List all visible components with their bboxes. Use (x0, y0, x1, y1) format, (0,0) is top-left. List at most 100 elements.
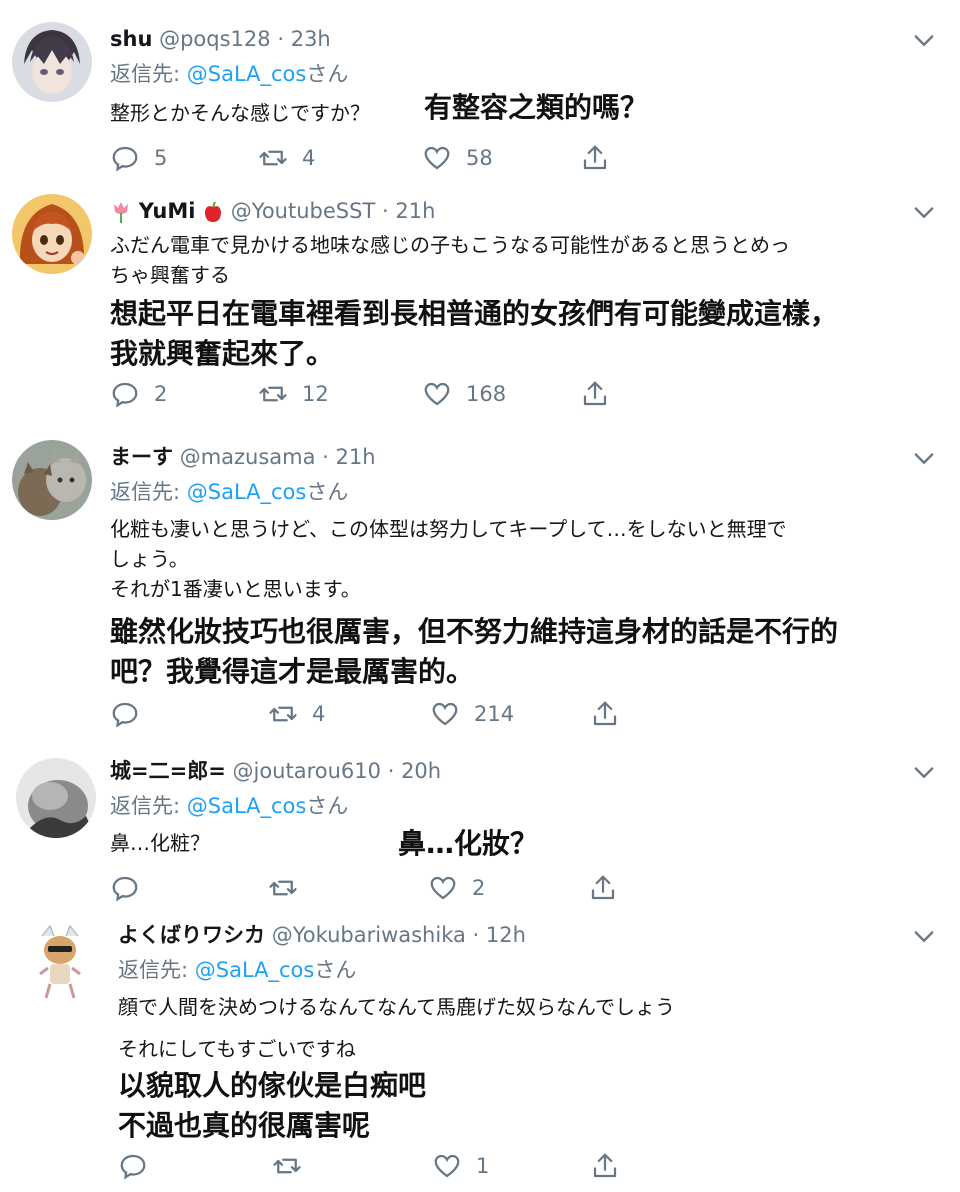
user-handle[interactable]: @mazusama (180, 445, 316, 469)
reply-icon (120, 1154, 146, 1180)
reply-prefix: 返信先: (110, 480, 187, 504)
chevron-down-icon[interactable] (910, 26, 938, 54)
timestamp[interactable]: 12h (486, 923, 526, 947)
like-button[interactable]: 214 (430, 696, 514, 732)
share-button[interactable] (580, 140, 624, 176)
reply-button[interactable]: 2 (110, 376, 167, 412)
translation-line: 鼻…化妝？ (398, 827, 539, 860)
heart-icon (430, 876, 456, 900)
share-button[interactable] (590, 1148, 634, 1184)
like-button[interactable]: 168 (422, 376, 506, 412)
like-button[interactable]: 2 (428, 870, 485, 906)
tweet[interactable]: YuMi @YoutubeSST · 21h ふだん電車で見かける地味な感じの子… (0, 194, 960, 426)
retweet-icon (259, 386, 287, 402)
share-icon (593, 701, 617, 726)
display-name[interactable]: 城=二=郎= (110, 759, 226, 783)
avatar[interactable] (12, 194, 92, 274)
tweet[interactable]: shu @poqs128 · 23h 返信先: @SaLA_cosさん 整形とか… (0, 22, 960, 182)
timestamp[interactable]: 21h (336, 445, 376, 469)
display-name[interactable]: shu (110, 27, 152, 51)
tweet[interactable]: 城=二=郎= @joutarou610 · 20h 返信先: @SaLA_cos… (0, 754, 960, 914)
retweet-count: 12 (302, 382, 329, 406)
avatar[interactable] (12, 22, 92, 102)
user-handle[interactable]: @Yokubariwashika (272, 923, 466, 947)
tweet-actions: 4 214 (110, 696, 630, 732)
translation-line: 想起平日在電車裡看到長相普通的女孩們有可能變成這樣， (110, 297, 839, 330)
translation-text: 雖然化妝技巧也很厲害，但不努力維持這身材的話是不行的 吧？我覺得這才是最厲害的。 (110, 612, 838, 692)
tweet-text-line: それにしてもすごいですね (118, 1037, 356, 1061)
retweet-count: 4 (312, 702, 326, 726)
reply-count: 5 (154, 146, 168, 170)
reply-button[interactable] (110, 870, 154, 906)
reply-icon (112, 876, 138, 902)
mention-link[interactable]: @SaLA_cos (187, 794, 307, 818)
chevron-down-icon[interactable] (910, 922, 938, 950)
translation-line: 不過也真的很厲害呢 (118, 1109, 371, 1142)
mention-link[interactable]: @SaLA_cos (187, 480, 307, 504)
avatar[interactable] (16, 758, 96, 838)
chevron-down-icon[interactable] (910, 198, 938, 226)
tweet-text: 顔で人間を決めつけるなんてなんて馬鹿げた奴らなんでしょう それにしてもすごいです… (118, 992, 675, 1064)
like-count: 58 (466, 146, 493, 170)
display-name[interactable]: まーす (110, 445, 173, 469)
user-handle[interactable]: @joutarou610 (232, 759, 381, 783)
tweet-text: 化粧も凄いと思うけど、この体型は努力してキープして…をしないと無理で しょう。 … (110, 514, 787, 604)
reply-suffix: さん (306, 480, 349, 504)
translation-line: 以貌取人的傢伙是白痴吧 (118, 1069, 427, 1102)
reply-suffix: さん (306, 62, 349, 86)
retweet-button[interactable] (272, 1148, 316, 1184)
timestamp[interactable]: 23h (291, 27, 331, 51)
separator: · (472, 923, 480, 947)
user-handle[interactable]: @poqs128 (159, 27, 271, 51)
heart-icon (432, 702, 458, 726)
tweet-text-line: 整形とかそんな感じですか？ (110, 101, 370, 125)
retweet-button[interactable]: 4 (258, 140, 315, 176)
tweet-actions: 2 (110, 870, 630, 906)
heart-icon (424, 382, 450, 406)
reply-button[interactable] (110, 696, 154, 732)
avatar[interactable] (12, 440, 92, 520)
timestamp[interactable]: 20h (401, 759, 441, 783)
reply-button[interactable] (118, 1148, 162, 1184)
replying-to: 返信先: @SaLA_cosさん (110, 58, 348, 90)
tweet[interactable]: よくばりワシカ @Yokubariwashika · 12h 返信先: @SaL… (0, 918, 960, 1188)
timestamp[interactable]: 21h (395, 199, 435, 223)
retweet-button[interactable] (268, 870, 312, 906)
tulip-icon (114, 202, 128, 223)
chevron-down-icon[interactable] (910, 758, 938, 786)
share-button[interactable] (590, 696, 634, 732)
reply-prefix: 返信先: (118, 958, 195, 982)
tweet[interactable]: まーす @mazusama · 21h 返信先: @SaLA_cosさん 化粧も… (0, 440, 960, 740)
translation-line: 雖然化妝技巧也很厲害，但不努力維持這身材的話是不行的 (110, 615, 839, 648)
translation-line: 我就興奮起來了。 (110, 337, 335, 370)
retweet-count: 4 (302, 146, 316, 170)
separator: · (387, 759, 395, 783)
user-handle[interactable]: @YoutubeSST (231, 199, 375, 223)
reply-icon (112, 146, 138, 172)
display-name[interactable]: YuMi (139, 199, 196, 223)
reply-count: 2 (154, 382, 168, 406)
tweet-actions: 2 12 168 (110, 376, 630, 412)
display-name[interactable]: よくばりワシカ (118, 923, 265, 947)
retweet-button[interactable]: 4 (268, 696, 325, 732)
share-button[interactable] (580, 376, 624, 412)
avatar[interactable] (20, 922, 100, 1002)
translation-line: 吧？我覺得這才是最厲害的。 (110, 655, 475, 688)
replying-to: 返信先: @SaLA_cosさん (118, 954, 356, 986)
share-button[interactable] (588, 870, 632, 906)
like-count: 2 (472, 876, 486, 900)
retweet-icon (269, 706, 297, 722)
retweet-button[interactable]: 12 (258, 376, 329, 412)
mention-link[interactable]: @SaLA_cos (195, 958, 315, 982)
mention-link[interactable]: @SaLA_cos (187, 62, 307, 86)
like-button[interactable]: 58 (422, 140, 493, 176)
replying-to: 返信先: @SaLA_cosさん (110, 790, 348, 822)
like-button[interactable]: 1 (432, 1148, 489, 1184)
separator: · (381, 199, 389, 223)
tweet-header: まーす @mazusama · 21h (110, 440, 376, 474)
chevron-down-icon[interactable] (910, 444, 938, 472)
tweet-text: 整形とかそんな感じですか？ (110, 98, 370, 128)
reply-button[interactable]: 5 (110, 140, 167, 176)
translation-text: 鼻…化妝？ (398, 824, 538, 864)
like-count: 214 (474, 702, 515, 726)
